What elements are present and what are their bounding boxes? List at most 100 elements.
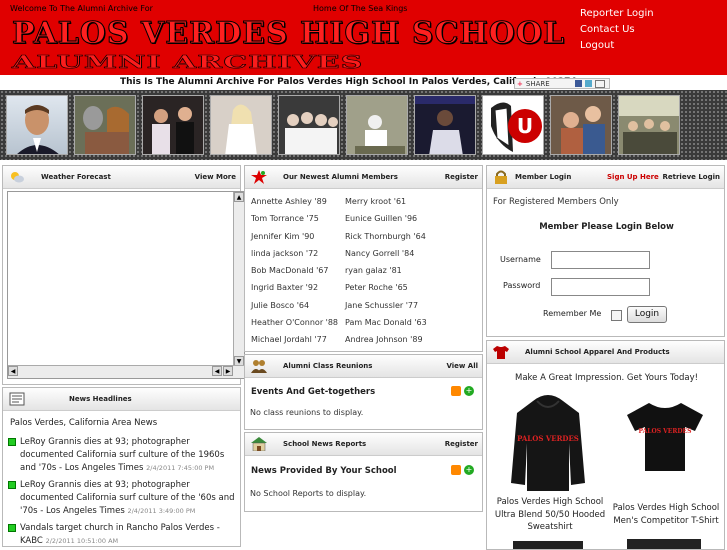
retrieve-login-link[interactable]: Retrieve Login — [663, 173, 721, 181]
scroll-left-icon[interactable]: ◀ — [212, 366, 222, 376]
tshirt-caption[interactable]: Palos Verdes High School Men's Competito… — [607, 502, 724, 527]
svg-text:PALOS VERDES: PALOS VERDES — [517, 434, 579, 443]
member-name[interactable]: Rick Thornburgh '64 — [345, 228, 427, 245]
username-label: Username — [500, 255, 541, 264]
member-name[interactable]: Jane Schussler '77 — [345, 297, 427, 314]
member-name[interactable]: Bob MacDonald '67 — [251, 262, 338, 279]
member-name[interactable]: Pam Mac Donald '63 — [345, 314, 427, 331]
alumni-photo[interactable] — [74, 95, 136, 155]
register-link[interactable]: Register — [445, 173, 478, 181]
member-name[interactable]: ryan galaz '81 — [345, 262, 427, 279]
news-item-date: 2/4/2011 7:45:00 PM — [146, 464, 215, 472]
svg-text:U: U — [517, 114, 533, 138]
lock-icon — [495, 170, 507, 184]
header-echo-text: ALUMNI ARCHIVES — [11, 52, 364, 74]
site-header: Welcome To The Alumni Archive For Home O… — [0, 0, 727, 75]
scroll-left-icon[interactable]: ◀ — [8, 366, 18, 376]
weather-icon — [11, 172, 24, 183]
member-name[interactable]: Peter Roche '65 — [345, 279, 427, 296]
remember-me-checkbox[interactable] — [611, 310, 622, 321]
member-name[interactable]: Heather O'Connor '88 — [251, 314, 338, 331]
school-news-empty-text: No School Reports to display. — [250, 489, 367, 498]
member-name[interactable]: Tom Torrance '75 — [251, 210, 338, 227]
rss-icon[interactable] — [451, 465, 461, 475]
weather-view-more-link[interactable]: View More — [195, 173, 236, 181]
school-news-subtitle: News Provided By Your School — [251, 466, 397, 476]
rss-icon[interactable] — [451, 386, 461, 396]
sign-up-link[interactable]: Sign Up Here — [607, 173, 659, 181]
school-news-actions: + — [451, 465, 474, 475]
member-name[interactable]: Merry kroot '61 — [345, 193, 427, 210]
product-thumb[interactable] — [513, 541, 583, 549]
hoodie-caption[interactable]: Palos Verdes High School Ultra Blend 50/… — [491, 496, 609, 534]
alumni-photo-strip: U — [0, 90, 727, 160]
horizontal-scrollbar[interactable]: ◀ ◀ ▶ — [8, 365, 244, 378]
member-name[interactable]: Michael Jordahl '77 — [251, 331, 338, 348]
please-login-text: Member Please Login Below — [539, 222, 674, 232]
alumni-photo[interactable] — [278, 95, 340, 155]
news-item[interactable]: Vandals target church in Rancho Palos Ve… — [6, 522, 238, 546]
contact-us-link[interactable]: Contact Us — [580, 22, 654, 38]
member-name[interactable]: Annette Ashley '89 — [251, 193, 338, 210]
member-name[interactable]: Eunice Guillen '96 — [345, 210, 427, 227]
member-name[interactable]: Ingrid Baxter '92 — [251, 279, 338, 296]
weather-scroll-area[interactable]: ▲ ▼ ◀ ◀ ▶ — [7, 191, 245, 379]
facebook-icon — [574, 80, 582, 87]
logout-link[interactable]: Logout — [580, 38, 654, 54]
news-item[interactable]: LeRoy Grannis dies at 93; photographer d… — [6, 479, 238, 518]
news-bullet-icon — [8, 438, 16, 446]
news-item-date: 2/4/2011 3:49:00 PM — [127, 507, 196, 515]
alumni-photo[interactable] — [346, 95, 408, 155]
apparel-title: Alumni School Apparel And Products — [525, 348, 670, 356]
view-all-link[interactable]: View All — [446, 362, 478, 370]
member-login-panel: Member Login Sign Up Here Retrieve Login… — [486, 165, 725, 337]
alumni-photo[interactable] — [142, 95, 204, 155]
reporter-login-link[interactable]: Reporter Login — [580, 6, 654, 22]
share-button[interactable]: + SHARE — [514, 78, 610, 89]
member-name[interactable]: Andrea Johnson '89 — [345, 331, 427, 348]
reunions-actions: + — [451, 386, 474, 396]
alumni-photo[interactable] — [550, 95, 612, 155]
member-login-title: Member Login — [515, 173, 572, 181]
apparel-tagline: Make A Great Impression. Get Yours Today… — [514, 373, 699, 383]
twitter-icon — [584, 80, 592, 87]
reunions-subtitle: Events And Get-togethers — [251, 387, 376, 397]
newest-members-header: Our Newest Alumni Members Register — [245, 166, 482, 189]
utah-logo-photo[interactable]: U — [482, 95, 544, 155]
member-name[interactable]: linda jackson '72 — [251, 245, 338, 262]
add-icon[interactable]: + — [464, 465, 474, 475]
alumni-photo[interactable] — [210, 95, 272, 155]
school-news-header: School News Reports Register — [245, 433, 482, 456]
alumni-photo[interactable] — [414, 95, 476, 155]
vertical-scrollbar[interactable]: ▲ ▼ — [233, 192, 244, 378]
apparel-panel: Alumni School Apparel And Products Make … — [486, 340, 725, 550]
schoolhouse-icon — [251, 437, 267, 451]
news-headlines-header: News Headlines — [3, 388, 240, 411]
top-links: Reporter Login Contact Us Logout — [580, 6, 654, 54]
email-icon — [594, 79, 605, 88]
alumni-photo[interactable] — [6, 95, 68, 155]
alumni-photo[interactable] — [618, 95, 680, 155]
member-name[interactable]: Jennifer Kim '90 — [251, 228, 338, 245]
news-list: LeRoy Grannis dies at 93; photographer d… — [6, 436, 238, 546]
news-bullet-icon — [8, 481, 16, 489]
news-item[interactable]: LeRoy Grannis dies at 93; photographer d… — [6, 436, 238, 475]
tshirt-image[interactable]: PALOS VERDES — [627, 401, 703, 473]
scroll-right-icon[interactable]: ▶ — [223, 366, 233, 376]
school-news-register-link[interactable]: Register — [445, 440, 478, 448]
add-icon[interactable]: + — [464, 386, 474, 396]
welcome-text: Welcome To The Alumni Archive For — [10, 4, 153, 13]
member-login-header: Member Login Sign Up Here Retrieve Login — [487, 166, 724, 189]
password-input[interactable] — [551, 278, 650, 296]
reunions-empty-text: No class reunions to display. — [250, 408, 364, 417]
school-news-title: School News Reports — [283, 440, 367, 448]
shirt-icon — [493, 346, 509, 359]
hoodie-image[interactable]: PALOS VERDES — [509, 393, 587, 493]
member-list-col-1: Annette Ashley '89 Tom Torrance '75 Jenn… — [251, 193, 338, 349]
scroll-up-icon[interactable]: ▲ — [234, 192, 244, 202]
member-name[interactable]: Nancy Gorrell '84 — [345, 245, 427, 262]
plus-icon: + — [517, 79, 523, 88]
member-name[interactable]: Julie Bosco '64 — [251, 297, 338, 314]
login-button[interactable]: Login — [627, 306, 667, 323]
username-input[interactable] — [551, 251, 650, 269]
